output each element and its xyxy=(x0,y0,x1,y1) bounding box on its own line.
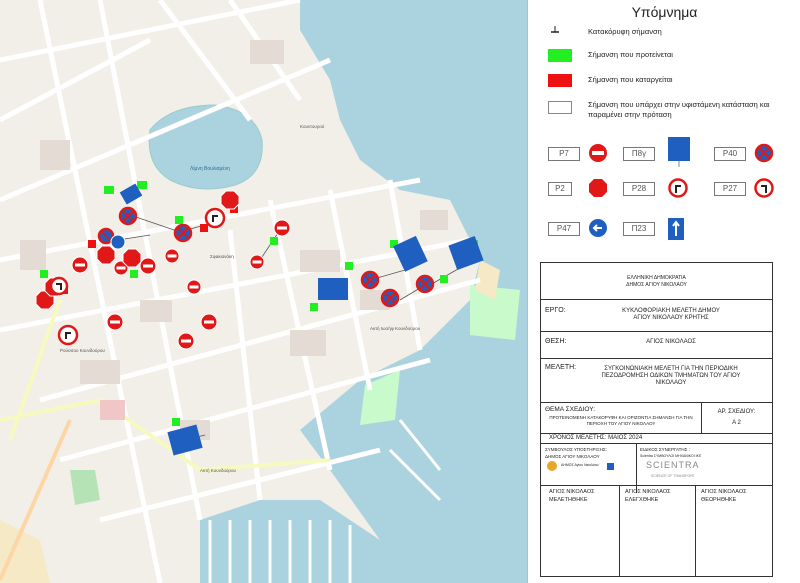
drawing-no-label: ΑΡ. ΣΧΕΔΙΟΥ: xyxy=(717,409,756,415)
plate-p28: P28 xyxy=(623,182,655,196)
stop-sign-icon xyxy=(588,178,608,203)
divider-4 xyxy=(541,402,772,403)
no-parking-icon xyxy=(754,143,774,168)
plate-p8g: Π8γ xyxy=(623,147,655,161)
partner-label: ΕΙΔΙΚΟΣ ΣΥΝΕΡΓΑΤΗΣ : xyxy=(640,447,690,452)
divider-1 xyxy=(541,299,772,300)
work-label: ΕΡΓΟ: xyxy=(545,307,566,314)
divider-3 xyxy=(541,358,772,359)
street-label-4: Ακτή Κουνδούρου xyxy=(200,467,236,473)
existing-swatch xyxy=(548,101,572,114)
scientra-logo: SCIENTRA xyxy=(646,460,700,470)
logo-left-text: ΔΗΜΟΣ Αγίου Νικολάου xyxy=(561,463,599,467)
drawing-no-value: Α 2 xyxy=(732,420,741,426)
divider-6 xyxy=(541,443,772,444)
sign1-place: ΑΓΙΟΣ ΝΙΚΟΛΑΟΣ xyxy=(549,489,595,495)
map-view[interactable]: Λίμνη Βουλισμένη Κουντουρού 25ης Μαρτίου… xyxy=(0,0,527,583)
plate-p23: Π23 xyxy=(623,222,655,236)
lake-label: Λίμνη Βουλισμένη xyxy=(190,165,230,172)
plate-p47: P47 xyxy=(548,222,580,236)
removed-swatch xyxy=(548,74,572,87)
vertical-sign-label: Κατακόρυφη σήμανση xyxy=(588,27,662,36)
drawing-value: ΠΡΟΤΕΙΝΟΜΕΝΗ ΚΑΤΑΚΟΡΥΦΗ ΚΑΙ ΟΡΙΖΟΝΤΙΑ ΣΗ… xyxy=(549,415,693,426)
scientra-sub: SCIENCE OF TRANSPORT xyxy=(651,474,695,478)
info-board-icon xyxy=(668,137,690,172)
authority-text: ΕΛΛΗΝΙΚΗ ΔΗΜΟΚΡΑΤΙΑ ΔΗΜΟΣ ΑΓΙΟΥ ΝΙΚΟΛΑΟΥ xyxy=(626,275,687,288)
greece-flag-icon xyxy=(607,463,614,470)
arrow-left-icon xyxy=(588,218,608,243)
no-entry-icon xyxy=(588,143,608,168)
divider-2 xyxy=(541,331,772,332)
street-label-3: Σφακιανάκη xyxy=(210,253,234,259)
plate-p2: P2 xyxy=(548,182,572,196)
sign1-role: ΜΕΛΕΤΗΘΗΚΕ xyxy=(549,497,588,503)
support-label: ΣΥΜΒΟΥΛΟΣ ΥΠΟΣΤΗΡΙΞΗΣ: xyxy=(545,447,607,452)
date-label: ΧΡΟΝΟΣ ΜΕΛΕΤΗΣ: ΜΑΙΟΣ 2024 xyxy=(549,435,643,441)
divider-v4 xyxy=(695,485,696,576)
divider-v3 xyxy=(619,485,620,576)
street-map: Λίμνη Βουλισμένη Κουντουρού 25ης Μαρτίου… xyxy=(0,0,527,583)
location-value: ΑΓΙΟΣ ΝΙΚΟΛΑΟΣ xyxy=(646,339,696,345)
removed-label: Σήμανση που καταργείται xyxy=(588,75,673,84)
street-label-5: Ακτή Ιωσήφ Κουνδούρου xyxy=(370,325,421,331)
one-way-icon xyxy=(668,218,684,245)
sign3-place: ΑΓΙΟΣ ΝΙΚΟΛΑΟΣ xyxy=(701,489,747,495)
divider-v1 xyxy=(701,402,702,433)
legend-title: Υπόμνημα xyxy=(631,4,698,20)
plate-p27: P27 xyxy=(714,182,746,196)
beach-west xyxy=(0,520,50,583)
street-label-1: Κουντουρού xyxy=(300,123,325,129)
support-value: ΔΗΜΟΣ ΑΓΙΟΥ ΝΙΚΟΛΑΟΥ xyxy=(545,454,600,459)
drawing-label: ΘΕΜΑ ΣΧΕΔΙΟΥ: xyxy=(545,406,596,413)
street-label-6: Ρούσσου Κουνδούρου xyxy=(60,347,105,353)
existing-label: Σήμανση που υπάρχει στην υφιστάμενη κατά… xyxy=(588,100,770,119)
poi-area xyxy=(100,400,125,420)
plate-p40: P40 xyxy=(714,147,746,161)
title-block: ΕΛΛΗΝΙΚΗ ΔΗΜΟΚΡΑΤΙΑ ΔΗΜΟΣ ΑΓΙΟΥ ΝΙΚΟΛΑΟΥ… xyxy=(540,262,773,577)
sign2-role: ΕΛΕΓΧΘΗΚΕ xyxy=(625,497,659,503)
divider-5 xyxy=(541,433,772,434)
beach xyxy=(70,470,100,505)
no-left-turn-icon xyxy=(668,178,688,203)
sign2-place: ΑΓΙΟΣ ΝΙΚΟΛΑΟΣ xyxy=(625,489,671,495)
vertical-sign-icon xyxy=(550,26,560,36)
no-right-turn-icon xyxy=(754,178,774,203)
study-value: ΣΥΓΚΟΙΝΩΝΙΑΚΗ ΜΕΛΕΤΗ ΓΙΑ ΤΗΝ ΠΕΡΙΟΔΙΚΗ Π… xyxy=(601,366,741,386)
proposed-label: Σήμανση που προτείνεται xyxy=(588,50,673,59)
plate-p7: P7 xyxy=(548,147,580,161)
location-label: ΘΕΣΗ: xyxy=(545,338,567,345)
proposed-swatch xyxy=(548,49,572,62)
sign3-role: ΘΕΩΡΗΘΗΚΕ xyxy=(701,497,737,503)
work-value: ΚΥΚΛΟΦΟΡΙΑΚΗ ΜΕΛΕΤΗ ΔΗΜΟΥ ΑΓΙΟΥ ΝΙΚΟΛΑΟΥ… xyxy=(622,308,720,321)
partner-value: Scientra ΣΥΜΒΟΥΛΟΙ ΜΗΧΑΝΙΚΟΙ ΙΚΕ xyxy=(640,454,702,458)
divider-7 xyxy=(541,485,772,486)
municipality-logo-icon xyxy=(547,461,557,471)
